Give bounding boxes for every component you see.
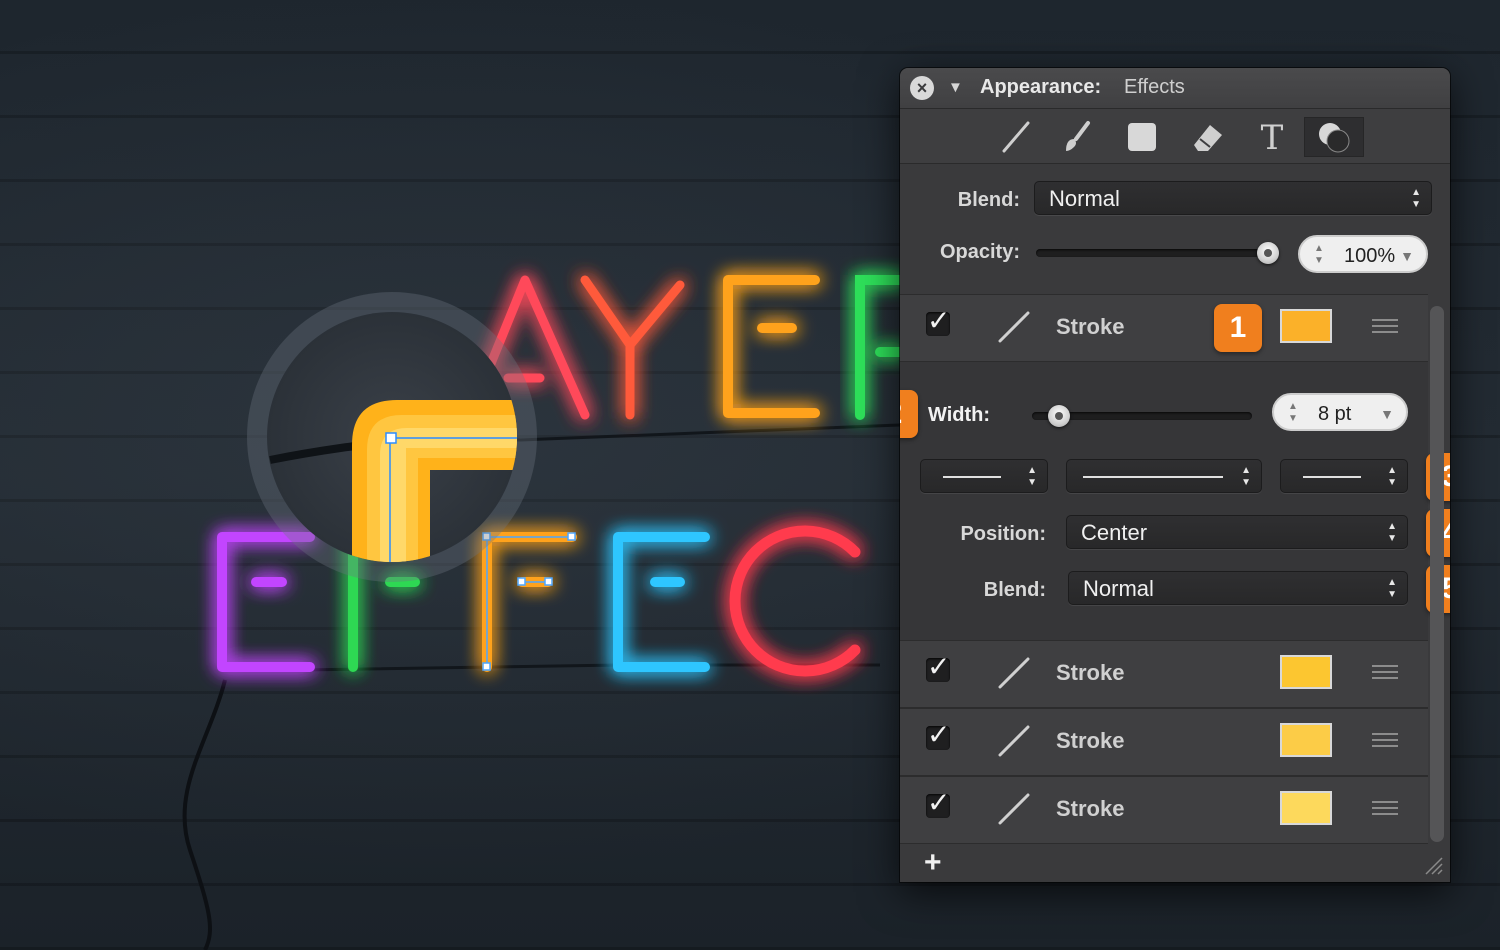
opacity-value: 100% bbox=[1344, 245, 1396, 267]
width-label: Width: bbox=[928, 404, 991, 426]
panel-title: Appearance: bbox=[980, 76, 1102, 98]
stroke-row-3[interactable]: Stroke bbox=[900, 708, 1428, 776]
drag-handle-icon[interactable] bbox=[1372, 733, 1398, 747]
callout-badge-1: 1 bbox=[1214, 304, 1262, 352]
stepper-arrows-icon[interactable]: ▲ ▼ bbox=[1314, 243, 1324, 267]
select-arrows-icon: ▲ ▼ bbox=[1241, 465, 1251, 488]
stroke-3-checkbox[interactable] bbox=[926, 718, 950, 751]
brush-tool-icon[interactable] bbox=[1058, 117, 1098, 157]
drag-handle-icon[interactable] bbox=[1372, 319, 1398, 333]
neon-letter-e-purple bbox=[217, 532, 315, 672]
position-select[interactable]: Center ▲ ▼ bbox=[1066, 515, 1408, 549]
appearance-panel: × ▼ Appearance: Effects T Blend: Normal … bbox=[900, 68, 1450, 882]
stroke-2-color-swatch[interactable] bbox=[1280, 655, 1332, 689]
blend-select[interactable]: Normal ▲ ▼ bbox=[1034, 181, 1432, 215]
add-effect-button[interactable]: + bbox=[924, 846, 942, 880]
neon-letter-y bbox=[580, 275, 685, 420]
select-arrows-icon: ▲ ▼ bbox=[1387, 521, 1397, 544]
opacity-slider-track[interactable] bbox=[1036, 249, 1268, 257]
panel-titlebar[interactable]: × ▼ Appearance: Effects bbox=[900, 68, 1450, 109]
stroke-row-1[interactable]: Stroke 1 bbox=[900, 294, 1428, 362]
magnifier-lens bbox=[247, 292, 537, 582]
fill-tool-icon[interactable] bbox=[1122, 117, 1162, 157]
panel-toolbar: T bbox=[900, 109, 1450, 164]
position-select-value: Center bbox=[1081, 520, 1148, 545]
line-start-select[interactable]: ▲ ▼ bbox=[920, 459, 1048, 493]
stroke-2-name: Stroke bbox=[1056, 660, 1125, 685]
panel-scrollbar[interactable] bbox=[1430, 306, 1444, 842]
close-icon[interactable]: × bbox=[910, 76, 934, 100]
select-arrows-icon: ▲ ▼ bbox=[1387, 465, 1397, 488]
stroke-2-checkbox[interactable] bbox=[926, 650, 950, 683]
neon-letter-e-cyan bbox=[613, 532, 710, 672]
stepper-arrows-icon[interactable]: ▲ ▼ bbox=[1288, 401, 1298, 425]
stroke-1-color-swatch[interactable] bbox=[1280, 309, 1332, 343]
select-arrows-icon: ▲ ▼ bbox=[1387, 577, 1397, 600]
stroke-4-color-swatch[interactable] bbox=[1280, 791, 1332, 825]
select-arrows-icon: ▲ ▼ bbox=[1411, 187, 1421, 210]
position-label: Position: bbox=[960, 523, 1046, 545]
width-value: 8 pt bbox=[1318, 403, 1352, 425]
width-stepper[interactable]: ▲ ▼ 8 pt ▼ bbox=[1272, 393, 1408, 431]
opacity-label: Opacity: bbox=[939, 241, 1020, 263]
blend-select-value: Normal bbox=[1049, 186, 1120, 211]
chevron-down-icon[interactable]: ▼ bbox=[1380, 395, 1394, 433]
stroke-line-icon bbox=[998, 725, 1030, 757]
selection-path bbox=[482, 532, 576, 671]
stroke-4-name: Stroke bbox=[1056, 796, 1125, 821]
stroke-blend-select[interactable]: Normal ▲ ▼ bbox=[1068, 571, 1408, 605]
opacity-stepper[interactable]: ▲ ▼ 100% ▼ bbox=[1298, 235, 1428, 273]
neon-letter-r bbox=[855, 275, 905, 420]
stroke-row-2[interactable]: Stroke bbox=[900, 640, 1428, 708]
chevron-down-icon[interactable]: ▼ bbox=[1400, 237, 1414, 275]
svg-text:T: T bbox=[1261, 118, 1284, 157]
stroke-row-4[interactable]: Stroke bbox=[900, 776, 1428, 844]
neon-letter-c bbox=[729, 525, 861, 677]
stroke-1-name: Stroke bbox=[1056, 314, 1125, 339]
eraser-tool-icon[interactable] bbox=[1188, 117, 1228, 157]
stroke-4-checkbox[interactable] bbox=[926, 786, 950, 819]
line-end-select[interactable]: ▲ ▼ bbox=[1280, 459, 1408, 493]
resize-grip-icon[interactable] bbox=[1422, 854, 1444, 876]
panel-subtitle: Effects bbox=[1124, 76, 1185, 98]
drag-handle-icon[interactable] bbox=[1372, 665, 1398, 679]
callout-badge-2: 2 bbox=[900, 390, 918, 438]
stroke-3-name: Stroke bbox=[1056, 728, 1125, 753]
neon-letter-f-orange bbox=[482, 532, 577, 672]
disclosure-triangle-icon[interactable]: ▼ bbox=[948, 79, 963, 96]
stroke-blend-label: Blend: bbox=[983, 579, 1046, 601]
stroke-line-icon bbox=[998, 311, 1030, 343]
line-tool-icon[interactable] bbox=[996, 117, 1036, 157]
stroke-blend-select-value: Normal bbox=[1083, 576, 1154, 601]
blend-label: Blend: bbox=[957, 189, 1020, 211]
text-tool-icon[interactable]: T bbox=[1252, 117, 1292, 158]
stroke-3-color-swatch[interactable] bbox=[1280, 723, 1332, 757]
stroke-line-icon bbox=[998, 793, 1030, 825]
opacity-slider-knob[interactable] bbox=[1257, 242, 1279, 264]
stroke-1-checkbox[interactable] bbox=[926, 304, 950, 337]
stroke-line-icon bbox=[998, 657, 1030, 689]
effects-tool-icon[interactable] bbox=[1304, 117, 1364, 157]
line-dash-select[interactable]: ▲ ▼ bbox=[1066, 459, 1262, 493]
neon-letter-e-top bbox=[723, 275, 820, 418]
select-arrows-icon: ▲ ▼ bbox=[1027, 465, 1037, 488]
drag-handle-icon[interactable] bbox=[1372, 801, 1398, 815]
